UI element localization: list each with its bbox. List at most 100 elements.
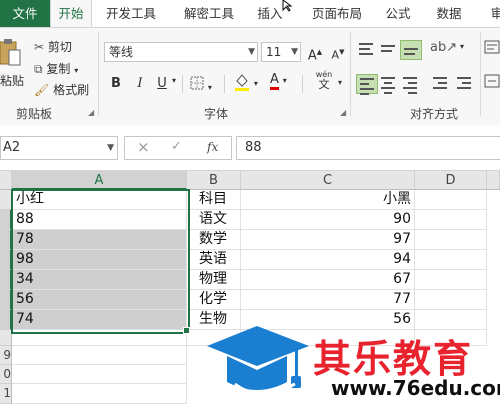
merge-cells-button[interactable] — [484, 74, 500, 91]
formula-bar: A2 ▼ ⋮ × ✓ fx 88 — [0, 125, 500, 171]
orientation-dropdown-icon[interactable]: ▾ — [460, 42, 464, 51]
cell-a4[interactable]: 98 — [12, 250, 187, 270]
font-launcher-icon[interactable]: ◢ — [340, 108, 346, 117]
chevron-down-icon: ▼ — [291, 47, 298, 57]
format-painter-button[interactable]: 🖌 格式刷 — [34, 81, 89, 98]
cell-b5[interactable]: 物理 — [187, 270, 241, 290]
cell-b3[interactable]: 数学 — [187, 230, 241, 250]
cell-a7[interactable]: 74 — [12, 310, 187, 330]
row-header[interactable]: 9 — [0, 346, 12, 365]
align-right-button[interactable] — [400, 74, 420, 94]
select-all-corner[interactable] — [0, 171, 12, 190]
cell-c6[interactable]: 77 — [241, 290, 415, 310]
borders-button[interactable]: ▾ — [190, 76, 212, 93]
fill-handle[interactable] — [183, 327, 190, 334]
chevron-down-icon: ▾ — [282, 76, 287, 85]
insert-function-icon[interactable]: fx — [207, 140, 218, 154]
row-header[interactable] — [0, 250, 12, 270]
tab-developer[interactable]: 开发工具 — [96, 0, 166, 27]
cell-d4[interactable] — [415, 250, 487, 270]
cell-c4[interactable]: 94 — [241, 250, 415, 270]
row-header[interactable] — [0, 230, 12, 250]
cell-d1[interactable] — [415, 190, 487, 210]
row-header[interactable] — [0, 310, 12, 330]
tab-data[interactable]: 数据 — [424, 0, 474, 27]
cell-c3[interactable]: 97 — [241, 230, 415, 250]
shrink-font-button[interactable]: A▼ — [328, 42, 348, 62]
paste-button[interactable]: 粘贴 — [0, 32, 26, 96]
cell-empty[interactable] — [12, 330, 187, 346]
row-header[interactable] — [0, 290, 12, 310]
cell-b6[interactable]: 化学 — [187, 290, 241, 310]
cancel-icon[interactable]: × — [137, 138, 150, 156]
cell-a1[interactable]: 小红 — [12, 190, 187, 210]
column-header-d[interactable]: D — [415, 171, 487, 190]
decrease-indent-button[interactable] — [430, 74, 450, 92]
font-color-button[interactable]: A ▾ — [270, 72, 287, 90]
column-header-c[interactable]: C — [241, 171, 415, 190]
orientation-button[interactable]: ab↗ — [430, 40, 457, 55]
copy-button[interactable]: ⧉ 复制 ▾ — [34, 60, 78, 77]
bottom-align-button[interactable] — [400, 40, 422, 60]
chevron-down-icon: ▾ — [253, 79, 258, 88]
top-align-button[interactable] — [356, 40, 376, 58]
cell-empty[interactable] — [12, 384, 187, 404]
cell-b2[interactable]: 语文 — [187, 210, 241, 230]
phonetic-button[interactable]: wén 文 — [312, 70, 336, 91]
cell-empty[interactable] — [12, 346, 187, 365]
middle-align-button[interactable] — [378, 40, 398, 58]
fill-color-button[interactable]: ▾ — [234, 72, 258, 95]
cell-a6[interactable]: 56 — [12, 290, 187, 310]
row-header[interactable] — [0, 330, 12, 346]
cell-c5[interactable]: 67 — [241, 270, 415, 290]
increase-indent-button[interactable] — [454, 74, 474, 92]
align-center-button[interactable] — [378, 74, 398, 94]
cut-button[interactable]: ✂ 剪切 — [34, 38, 72, 55]
copy-dropdown-icon[interactable]: ▾ — [74, 66, 78, 75]
font-size-select[interactable]: 11 ▼ — [261, 42, 301, 62]
tab-file[interactable]: 文件 — [0, 0, 50, 27]
row-header[interactable]: 1 — [0, 384, 12, 404]
font-color-icon: A — [270, 72, 279, 90]
tab-decrypt[interactable]: 解密工具 — [174, 0, 244, 27]
cell-b1[interactable]: 科目 — [187, 190, 241, 210]
font-family-select[interactable]: 等线 ▼ — [104, 42, 258, 62]
cell-d5[interactable] — [415, 270, 487, 290]
grow-font-button[interactable]: A▲ — [305, 42, 325, 63]
formula-input[interactable]: 88 — [236, 136, 500, 160]
cell-d2[interactable] — [415, 210, 487, 230]
underline-dropdown-icon[interactable]: ▾ — [172, 76, 176, 85]
confirm-icon[interactable]: ✓ — [171, 139, 182, 154]
cell-a3[interactable]: 78 — [12, 230, 187, 250]
cell-c1[interactable]: 小黑 — [241, 190, 415, 210]
phonetic-dropdown-icon[interactable]: ▾ — [338, 78, 342, 87]
cell-d6[interactable] — [415, 290, 487, 310]
align-left-button[interactable] — [356, 74, 378, 95]
column-header-a[interactable]: A — [12, 171, 187, 190]
tab-review[interactable]: 审 — [482, 0, 500, 27]
cell-a5[interactable]: 34 — [12, 270, 187, 290]
row-header[interactable] — [0, 210, 12, 230]
clipboard-launcher-icon[interactable]: ◢ — [88, 108, 94, 117]
column-header-e[interactable] — [487, 171, 500, 190]
orientation-icon: ab↗ — [430, 40, 458, 55]
name-box[interactable]: A2 ▼ — [0, 136, 118, 160]
cell-b4[interactable]: 英语 — [187, 250, 241, 270]
underline-button[interactable]: U — [152, 74, 172, 94]
tab-formulas[interactable]: 公式 — [378, 0, 418, 27]
cell-d3[interactable] — [415, 230, 487, 250]
cell-a2[interactable]: 88 — [12, 210, 187, 230]
font-size-value: 11 — [266, 45, 282, 59]
cell-c2[interactable]: 90 — [241, 210, 415, 230]
tab-page-layout[interactable]: 页面布局 — [302, 0, 372, 27]
cell-empty[interactable] — [12, 365, 187, 384]
row-header[interactable] — [0, 270, 12, 290]
row-header[interactable]: 0 — [0, 365, 12, 384]
bold-button[interactable]: B — [106, 74, 126, 94]
row-header[interactable] — [0, 190, 12, 210]
wrap-text-button[interactable] — [484, 40, 500, 57]
italic-button[interactable]: I — [130, 74, 150, 94]
tab-home[interactable]: 开始 — [50, 0, 92, 27]
format-painter-label: 格式刷 — [53, 83, 90, 97]
column-header-b[interactable]: B — [187, 171, 241, 190]
